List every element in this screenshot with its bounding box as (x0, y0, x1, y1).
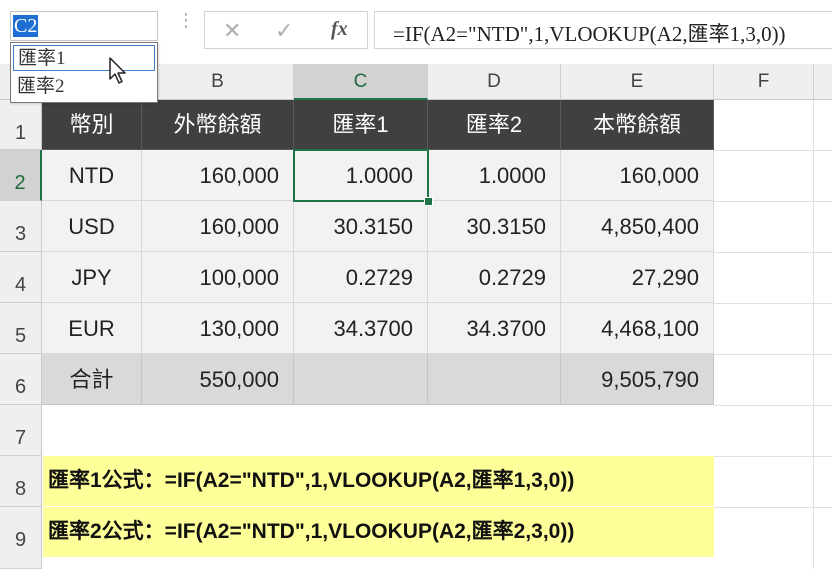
row-header-6[interactable]: 6 (0, 354, 42, 405)
table-cell[interactable]: 0.2729 (294, 252, 428, 303)
row-header-1[interactable]: 1 (0, 100, 42, 150)
column-header-e[interactable]: E (561, 64, 714, 100)
table-cell[interactable]: 160,000 (142, 201, 294, 252)
active-cell-outline (293, 149, 429, 202)
row-header-7[interactable]: 7 (0, 405, 42, 456)
table-cell[interactable]: 100,000 (142, 252, 294, 303)
table-header-rate1[interactable]: 匯率1 (294, 100, 428, 150)
formula-input[interactable]: =IF(A2="NTD",1,VLOOKUP(A2,匯率1,3,0)) (374, 11, 832, 49)
check-icon[interactable]: ✓ (275, 18, 293, 44)
row-header-9[interactable]: 9 (0, 507, 42, 569)
dropdown-item-rate1[interactable]: 匯率1 (13, 45, 155, 71)
total-rate2[interactable] (428, 354, 561, 405)
table-cell[interactable]: 34.3700 (294, 303, 428, 354)
table-header-rate2[interactable]: 匯率2 (428, 100, 561, 150)
table-cell[interactable]: 30.3150 (294, 201, 428, 252)
table-cell[interactable]: 160,000 (142, 150, 294, 201)
gridline (714, 252, 832, 253)
formula-note-2[interactable]: 匯率2公式：=IF(A2="NTD",1,VLOOKUP(A2,匯率2,3,0)… (43, 507, 714, 557)
x-icon[interactable]: ✕ (223, 18, 241, 44)
row-header-5[interactable]: 5 (0, 303, 42, 354)
table-cell[interactable]: 30.3150 (428, 201, 561, 252)
table-cell[interactable]: USD (42, 201, 142, 252)
formula-controls: ✕ ✓ fx (204, 11, 368, 49)
total-rate1[interactable] (294, 354, 428, 405)
name-dropdown: 匯率1 匯率2 (10, 42, 158, 103)
gridline (714, 303, 832, 304)
row-header-2[interactable]: 2 (0, 150, 42, 201)
name-box-value[interactable]: C2 (13, 15, 39, 37)
table-cell[interactable]: 0.2729 (428, 252, 561, 303)
column-header-d[interactable]: D (428, 64, 561, 100)
table-cell[interactable]: EUR (42, 303, 142, 354)
row-header-4[interactable]: 4 (0, 252, 42, 303)
gridline (714, 201, 832, 202)
column-header-f[interactable]: F (714, 64, 814, 100)
gridline (714, 150, 832, 151)
table-header-local-balance[interactable]: 本幣餘額 (561, 100, 714, 150)
table-header-currency[interactable]: 幣別 (42, 100, 142, 150)
column-header-partial[interactable] (814, 64, 832, 100)
dropdown-item-rate2[interactable]: 匯率2 (13, 74, 155, 100)
fx-icon[interactable]: fx (331, 18, 348, 41)
column-header-b[interactable]: B (142, 64, 294, 100)
column-header-c[interactable]: C (294, 64, 428, 100)
table-cell[interactable]: 27,290 (561, 252, 714, 303)
table-header-foreign-balance[interactable]: 外幣餘額 (142, 100, 294, 150)
gridline (714, 507, 832, 508)
table-cell[interactable]: 1.0000 (428, 150, 561, 201)
gridline (714, 354, 832, 355)
fill-handle[interactable] (424, 197, 433, 206)
table-cell[interactable]: 130,000 (142, 303, 294, 354)
formula-text[interactable]: =IF(A2="NTD",1,VLOOKUP(A2,匯率1,3,0)) (393, 18, 786, 48)
mouse-pointer-icon (109, 57, 126, 84)
more-options-icon[interactable]: ⋮ (177, 11, 195, 29)
table-cell[interactable]: 4,468,100 (561, 303, 714, 354)
gridline (813, 100, 814, 569)
total-foreign-balance[interactable]: 550,000 (142, 354, 294, 405)
total-local-balance[interactable]: 9,505,790 (561, 354, 714, 405)
table-cell[interactable]: 34.3700 (428, 303, 561, 354)
table-cell[interactable]: 4,850,400 (561, 201, 714, 252)
gridline (714, 405, 832, 406)
table-cell[interactable]: NTD (42, 150, 142, 201)
row-header-8[interactable]: 8 (0, 456, 42, 507)
table-cell[interactable]: 160,000 (561, 150, 714, 201)
row-header-3[interactable]: 3 (0, 201, 42, 252)
table-cell[interactable]: JPY (42, 252, 142, 303)
total-label[interactable]: 合計 (42, 354, 142, 405)
name-box[interactable]: C2 (10, 11, 158, 41)
formula-note-1[interactable]: 匯率1公式：=IF(A2="NTD",1,VLOOKUP(A2,匯率1,3,0)… (43, 456, 714, 506)
